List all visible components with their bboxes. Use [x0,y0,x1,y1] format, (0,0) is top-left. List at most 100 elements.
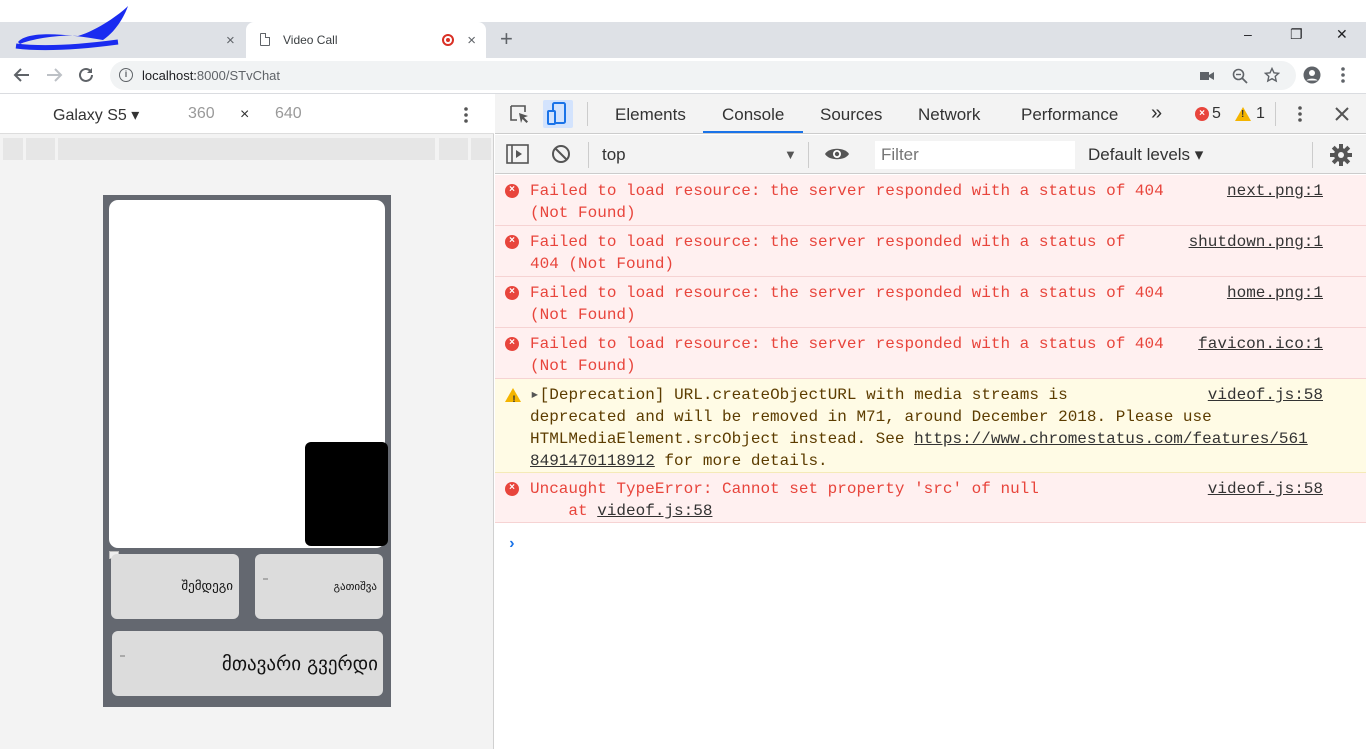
url-text[interactable]: localhost:8000/STvChat [142,68,280,83]
sidebar-toggle-icon[interactable] [506,144,529,164]
message-source-link[interactable]: videof.js:58 [1208,384,1323,406]
broken-image-icon [263,578,268,580]
message-source-link[interactable]: videof.js:58 [1208,478,1323,500]
tab-elements[interactable]: Elements [615,105,686,125]
media-query-bar[interactable] [471,138,491,160]
shutdown-button[interactable]: გათიშვა [255,554,383,619]
tab-close-icon[interactable]: × [467,32,476,49]
device-select[interactable]: Galaxy S5 ▾ [53,105,139,125]
close-devtools-icon[interactable] [1334,106,1350,122]
console-prompt-icon[interactable]: › [507,533,517,555]
home-button[interactable]: მთავარი გვერდი [112,631,383,696]
console-message-error: × Failed to load resource: the server re… [495,175,1366,226]
devtools-panel: Elements Console Sources Network Perform… [495,94,1366,749]
console-filter-input[interactable] [875,141,1075,169]
device-toolbar: Galaxy S5 ▾ 360 × 640 [0,94,494,134]
forward-icon[interactable] [45,66,63,84]
dimension-separator: × [240,106,250,123]
error-icon: × [505,337,519,351]
device-height[interactable]: 640 [275,105,302,123]
separator [808,142,809,168]
device-emulation-pane: Galaxy S5 ▾ 360 × 640 შემდეგი გათიშვა მთ… [0,94,494,749]
error-icon: × [505,235,519,249]
device-more-icon[interactable] [463,106,469,124]
console-message-warning: ▸[Deprecation] URL.createObjectURL with … [495,379,1366,473]
inspect-element-icon[interactable] [505,100,535,128]
message-text: Failed to load resource: the server resp… [530,182,1164,222]
address-bar[interactable]: i localhost:8000/STvChat [110,61,1296,90]
devtools-tabbar: Elements Console Sources Network Perform… [495,94,1366,134]
info-icon[interactable]: i [119,68,133,82]
recording-icon [442,34,454,46]
error-icon: × [1195,107,1209,121]
separator [1312,142,1313,168]
warning-count[interactable]: 1 [1256,105,1265,123]
tab-first[interactable]: × [0,6,244,58]
console-settings-gear-icon[interactable] [1330,144,1352,166]
message-text: Failed to load resource: the server resp… [530,284,1164,324]
tab-title: Video Call [283,33,338,47]
error-icon: × [505,482,519,496]
camera-icon[interactable] [1200,70,1214,82]
console-message-error: × Failed to load resource: the server re… [495,226,1366,277]
device-width[interactable]: 360 [188,105,215,123]
console-message-error: × Uncaught TypeError: Cannot set propert… [495,473,1366,523]
device-toggle-icon[interactable] [543,100,573,128]
media-query-bar[interactable] [3,138,23,160]
console-output: × Failed to load resource: the server re… [495,175,1366,749]
shutdown-button-label: გათიშვა [333,580,377,593]
broken-image-icon [120,655,125,657]
reload-icon[interactable] [77,66,95,84]
profile-icon[interactable] [1303,66,1321,84]
next-button-label: შემდეგი [181,579,233,594]
media-query-bar[interactable] [26,138,55,160]
local-video [305,442,388,546]
separator [587,102,588,126]
stack-frame-link[interactable]: videof.js:58 [597,502,712,520]
clear-console-icon[interactable] [551,144,571,164]
message-text: Failed to load resource: the server resp… [530,233,1126,273]
log-levels-dropdown[interactable]: Default levels ▾ [1088,145,1203,165]
expand-caret-icon[interactable]: ▸ [530,386,540,404]
tab-performance[interactable]: Performance [1021,105,1118,125]
live-expression-eye-icon[interactable] [824,146,850,162]
error-icon: × [505,184,519,198]
browser-toolbar: i localhost:8000/STvChat [0,58,1366,94]
tab-sources[interactable]: Sources [820,105,882,125]
tab-close-icon[interactable]: × [226,32,235,49]
chromestatus-link-cont[interactable]: 8491470118912 [530,452,655,470]
tab-network[interactable]: Network [918,105,980,125]
minimize-button[interactable]: – [1244,26,1252,42]
chromestatus-link[interactable]: https://www.chromestatus.com/features/56… [914,430,1308,448]
separator [588,142,589,168]
console-filter-bar: top ▼ Default levels ▾ [495,135,1366,174]
message-source-link[interactable]: favicon.ico:1 [1198,333,1323,355]
bookmark-star-icon[interactable] [1264,67,1280,83]
message-source-link[interactable]: next.png:1 [1227,180,1323,202]
context-selector[interactable]: top [602,145,626,165]
chrome-menu-icon[interactable] [1340,66,1346,84]
message-source-link[interactable]: home.png:1 [1227,282,1323,304]
more-tabs-icon[interactable]: » [1151,102,1162,125]
titlebar-blank [0,0,1366,22]
tab-strip: × Video Call × + – ❐ ✕ [0,0,1366,58]
media-query-bar[interactable] [58,138,435,160]
error-count[interactable]: 5 [1212,105,1221,123]
warning-icon [505,388,521,412]
new-tab-button[interactable]: + [500,28,513,50]
chevron-down-icon[interactable]: ▼ [784,147,797,162]
tab-console[interactable]: Console [722,105,784,125]
message-text: Failed to load resource: the server resp… [530,335,1164,375]
next-button[interactable]: შემდეგი [111,554,239,619]
separator [1275,102,1276,126]
devtools-menu-icon[interactable] [1297,105,1303,123]
tab-video-call[interactable]: Video Call × [246,22,486,58]
restore-button[interactable]: ❐ [1290,26,1303,43]
media-query-bar[interactable] [439,138,468,160]
back-icon[interactable] [13,66,31,84]
warning-icon [1235,107,1251,121]
remote-video [109,200,388,548]
message-source-link[interactable]: shutdown.png:1 [1189,231,1323,253]
close-window-button[interactable]: ✕ [1336,26,1348,43]
zoom-icon[interactable] [1232,68,1248,84]
